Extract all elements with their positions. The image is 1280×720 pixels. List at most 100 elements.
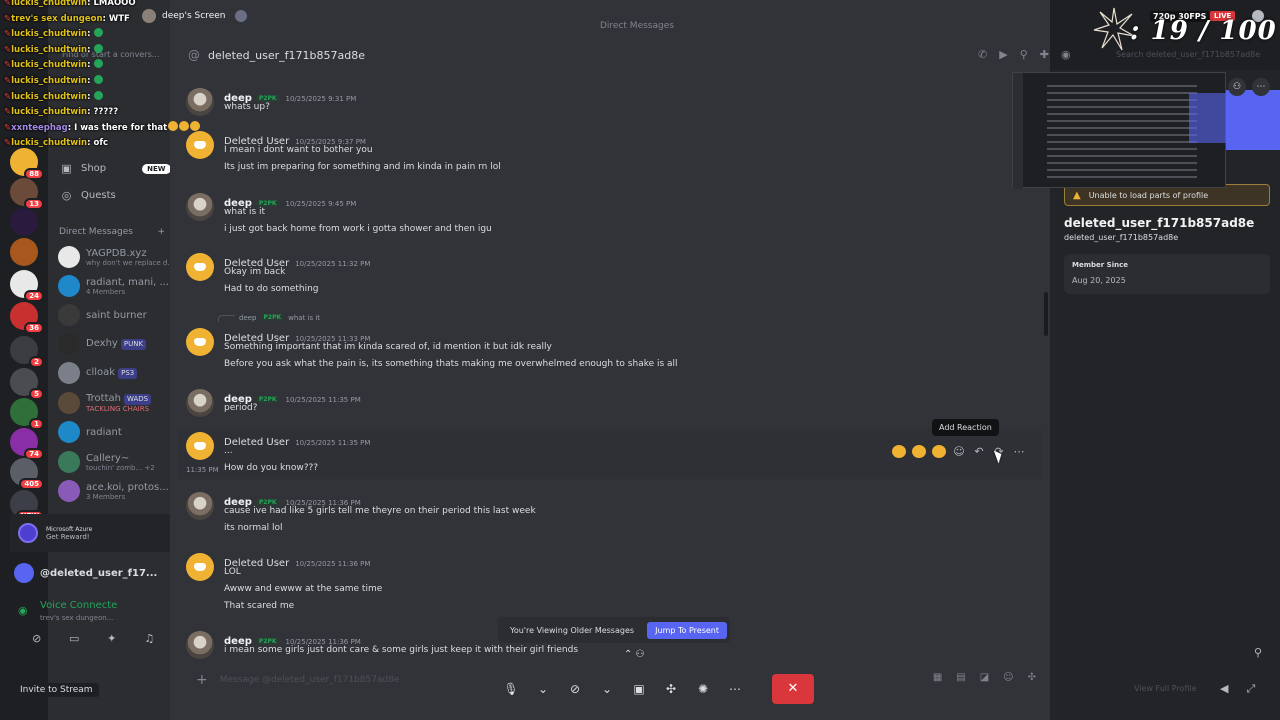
overlay-chat-text: ????? <box>90 107 119 118</box>
avatar[interactable] <box>186 492 214 520</box>
preview-controls: ⚇ ⋯ <box>1228 78 1270 96</box>
dm-item[interactable]: radiant, mani, ... 4 Members <box>58 273 170 299</box>
crying-emoji-icon <box>190 120 201 131</box>
quick-reaction-icon[interactable] <box>892 445 906 458</box>
avatar[interactable] <box>186 432 214 460</box>
green-emoji-icon <box>93 74 103 84</box>
soundboard-icon[interactable]: ♫ <box>140 632 158 648</box>
disconnect-button[interactable]: ✕ <box>772 674 814 704</box>
server-icon[interactable]: 24 <box>10 270 44 302</box>
dm-name: radiant, mani, ... <box>86 276 169 288</box>
avatar[interactable] <box>186 328 214 356</box>
scrollbar[interactable] <box>1044 292 1048 336</box>
message-text: How do you know??? <box>224 463 319 473</box>
fullscreen-icon[interactable]: ⤢ <box>1246 682 1255 696</box>
call-icon[interactable]: ✆ <box>978 48 987 61</box>
dm-item[interactable]: clloak PS3 <box>58 360 170 386</box>
message-header: Deleted User 10/25/2025 11:35 PM <box>224 430 370 449</box>
nav-shop[interactable]: ▣ Shop NEW <box>60 162 170 175</box>
server-icon[interactable]: 88 <box>10 148 44 180</box>
add-reaction-icon[interactable]: ☺ <box>952 445 966 458</box>
view-full-profile-link[interactable]: View Full Profile <box>1134 684 1197 693</box>
avatar[interactable] <box>186 631 214 659</box>
more-icon[interactable]: ⋯ <box>1012 445 1026 458</box>
volume-icon[interactable]: ◀ <box>1220 682 1228 696</box>
server-icon[interactable]: 74 <box>10 428 44 460</box>
avatar[interactable] <box>186 553 214 581</box>
avatar[interactable] <box>186 193 214 221</box>
jump-to-present-button[interactable]: Jump To Present <box>647 621 727 639</box>
stream-preview-thumbnail[interactable] <box>1012 72 1226 189</box>
server-icon[interactable]: 2 <box>10 336 44 368</box>
server-icon[interactable]: 13 <box>10 178 44 210</box>
dm-item[interactable]: ace.koi, protos... 3 Members <box>58 478 170 504</box>
overlay-chat-line: ✎luckis_chudtwin: LMAOOO <box>4 0 244 12</box>
avatar <box>58 362 80 384</box>
zoom-icon[interactable]: ⚲ <box>1254 646 1262 659</box>
more-icon[interactable]: ⋯ <box>1252 78 1270 96</box>
avatar[interactable] <box>186 389 214 417</box>
profile-icon[interactable]: ◉ <box>1061 48 1071 61</box>
message-input[interactable]: Message @deleted_user_f171b857ad8e <box>220 675 400 685</box>
quick-reaction-icon[interactable] <box>912 445 926 458</box>
reply-reference[interactable]: deep P2PK what is it <box>239 314 320 322</box>
dm-item[interactable]: saint burner <box>58 302 170 328</box>
message-text: That scared me <box>224 601 295 611</box>
server-icon[interactable]: 36 <box>10 302 44 334</box>
message-author[interactable]: Deleted User <box>224 437 289 448</box>
server-icon[interactable] <box>10 238 38 266</box>
emoji-icon[interactable]: ☺ <box>1003 672 1013 683</box>
message-text: LOL <box>224 567 241 577</box>
apps-icon[interactable]: ✣ <box>1028 672 1036 683</box>
activities-icon[interactable]: ✦ <box>103 632 121 648</box>
gift-icon[interactable]: ▦ <box>933 672 942 683</box>
overlay-chat-separator: : <box>87 75 91 86</box>
stream-viewer: 88 13 24 36 2 5 1 74 405 NEW Find or sta… <box>0 0 1280 720</box>
sticker-icon[interactable]: ◪ <box>980 672 989 683</box>
microphone-icon[interactable]: 🎙︎ <box>500 674 522 704</box>
camera-off-icon[interactable]: ⊘ <box>28 632 46 648</box>
chevron-down-icon[interactable]: ⌄ <box>532 674 554 704</box>
pin-icon[interactable]: ⚲ <box>1020 48 1028 61</box>
server-icon[interactable]: 405 <box>10 458 44 490</box>
soundboard-icon[interactable]: ✺ <box>692 674 714 704</box>
server-icon[interactable]: 1 <box>10 398 44 430</box>
green-emoji-icon <box>93 28 103 38</box>
upload-icon[interactable]: + <box>196 672 208 688</box>
screen-share-icon[interactable]: ▣ <box>628 674 650 704</box>
server-icon[interactable]: 5 <box>10 368 44 400</box>
dm-item[interactable]: Trottah WADS TACKLING CHAIRS <box>58 390 170 416</box>
chevron-up-icon[interactable]: ⌃ ⚇ <box>624 649 645 660</box>
dm-item[interactable]: YAGPDB.xyz why don't we replace d... <box>58 244 170 270</box>
video-icon[interactable]: ▶ <box>999 48 1007 61</box>
dm-item[interactable]: radiant <box>58 419 170 445</box>
profile-warning-text: Unable to load parts of profile <box>1088 190 1209 200</box>
screen-share-icon[interactable]: ▭ <box>65 632 83 648</box>
dm-name: ace.koi, protos... <box>86 481 169 493</box>
more-icon[interactable]: ⋯ <box>724 674 746 704</box>
server-icon[interactable] <box>10 208 38 236</box>
quick-reaction-icon[interactable] <box>932 445 946 458</box>
chevron-down-icon[interactable]: ⌄ <box>596 674 618 704</box>
user-icon[interactable]: ⚇ <box>1228 78 1246 96</box>
overlay-chat-user: luckis_chudtwin <box>11 138 88 149</box>
quest-promo[interactable]: Microsoft Azure Get Reward! <box>10 514 170 552</box>
dm-item[interactable]: Dexhy PUNK <box>58 331 170 357</box>
message-text: ... <box>224 446 233 456</box>
gif-icon[interactable]: ▤ <box>956 672 965 683</box>
overlay-chat-user: trev's sex dungeon <box>11 13 103 24</box>
guild-tag-badge: P2PK <box>255 200 280 207</box>
quests-icon: ◎ <box>61 189 72 202</box>
activities-icon[interactable]: ✣ <box>660 674 682 704</box>
add-friend-icon[interactable]: ✚ <box>1040 48 1049 61</box>
message-timestamp: 10/25/2025 11:36 PM <box>295 560 371 568</box>
invite-to-stream-button[interactable]: Invite to Stream <box>14 683 99 697</box>
camera-off-icon[interactable]: ⊘ <box>564 674 586 704</box>
current-dm-bar[interactable]: @deleted_user_f17... <box>10 562 170 584</box>
add-dm-button[interactable]: + <box>157 227 165 237</box>
voice-channel[interactable]: trev's sex dungeon... <box>40 614 113 622</box>
dm-item[interactable]: Callery~ touchin' zomb... +2 <box>58 449 170 475</box>
nav-quests[interactable]: ◎ Quests <box>60 189 116 202</box>
avatar[interactable] <box>186 253 214 281</box>
reply-icon[interactable]: ↶ <box>972 445 986 458</box>
